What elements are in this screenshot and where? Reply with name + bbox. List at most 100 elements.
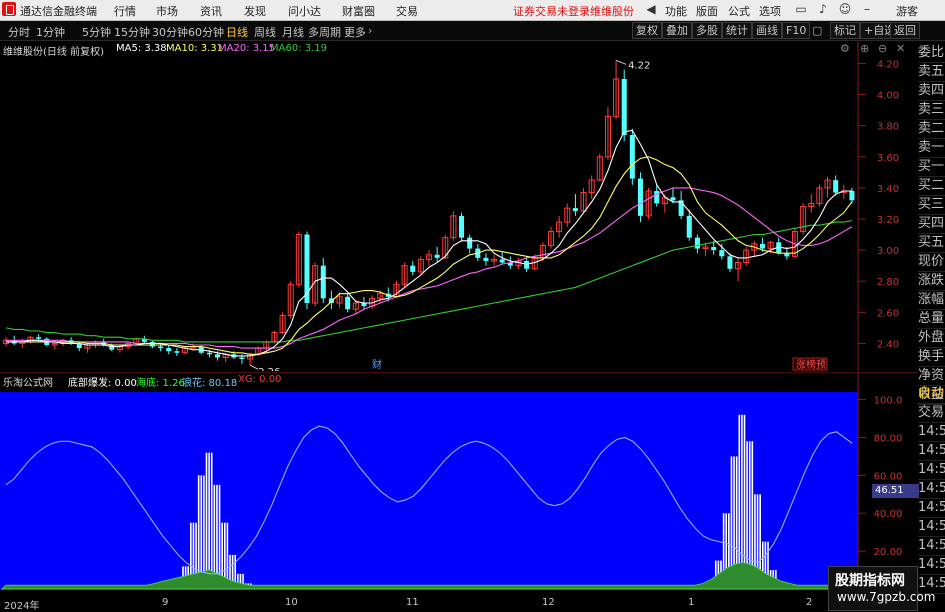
period-monthly[interactable]: 月线 (282, 24, 304, 40)
price-tick-label: 3.00 (877, 246, 899, 257)
watermark-logo: 股期指标网 www.7gpzb.com (828, 566, 935, 611)
candle-body (215, 354, 221, 358)
side-label[interactable]: 买二 (918, 176, 945, 196)
checkbox-icon[interactable]: ▢ (812, 24, 822, 37)
side-label[interactable]: 外盘 (918, 328, 945, 348)
settings-gear-icon[interactable]: ⚙ (840, 42, 850, 55)
period-more[interactable]: 更多 (344, 24, 366, 40)
menu-faxian[interactable]: 发现 (244, 3, 266, 19)
prev-arrow-icon[interactable]: ◀ (644, 2, 658, 16)
side-label[interactable]: 卖四 (918, 81, 945, 101)
side-label[interactable]: 涨跌 (918, 271, 945, 291)
btn-diejia[interactable]: 叠加 (662, 22, 692, 39)
side-label[interactable]: 涨幅 (918, 290, 945, 310)
sub-legend: 乐淘公式网 底部爆发: 0.00 海底: 1.26 浪花: 80.18 XG: … (0, 372, 858, 389)
dibu-bar (208, 452, 210, 589)
window-icon[interactable]: ▭ (794, 2, 808, 16)
side-label[interactable]: 卖三 (918, 100, 945, 120)
tool-xuanxiang[interactable]: 选项 (759, 3, 781, 19)
menu-hangqing[interactable]: 行情 (114, 3, 136, 19)
price-tick-label: 4.20 (877, 59, 899, 70)
candle-body (166, 348, 172, 352)
side-label-lower[interactable]: 14:56 (918, 460, 945, 480)
candle-body (467, 237, 473, 249)
sub-tick-label: 20.00 (874, 547, 903, 558)
candle-body (434, 254, 440, 258)
period-30min[interactable]: 30分钟 (152, 24, 188, 40)
menu-wenxiaoda[interactable]: 问小达 (288, 3, 321, 19)
side-label-lower[interactable]: 14:56 (918, 498, 945, 518)
period-60min[interactable]: 60分钟 (188, 24, 224, 40)
btn-fuquan[interactable]: 复权 (632, 22, 662, 39)
candle-body (727, 256, 733, 269)
side-label-lower[interactable]: 14:56 (918, 479, 945, 499)
user-icon[interactable]: ☺ (838, 2, 852, 16)
side-label-lower[interactable]: 自动 (918, 384, 945, 404)
side-label[interactable]: 买一 (918, 157, 945, 177)
kline-chart[interactable]: 4.20 4.00 3.80 3.60 3.40 3.20 3.00 2.80 2.60 2.40… (0, 41, 945, 371)
period-fenshi[interactable]: 分时 (8, 24, 30, 40)
menu-caifuquan[interactable]: 财富圈 (342, 3, 375, 19)
menu-shichang[interactable]: 市场 (156, 3, 178, 19)
candle (637, 172, 643, 223)
btn-f10[interactable]: F10 (782, 22, 811, 39)
period-weekly[interactable]: 周线 (254, 24, 276, 40)
time-tick: 2024年 (4, 601, 40, 612)
tool-gongshi[interactable]: 公式 (728, 3, 750, 19)
period-1min[interactable]: 1分钟 (36, 24, 65, 40)
btn-fanhui[interactable]: 返回 (890, 22, 920, 39)
side-label[interactable]: 卖五 (918, 62, 945, 82)
side-label-lower[interactable]: 14:56 (918, 441, 945, 461)
side-label[interactable]: 买四 (918, 214, 945, 234)
period-5min[interactable]: 5分钟 (82, 24, 111, 40)
period-daily[interactable]: 日线 (226, 24, 248, 40)
chart-mini-icons: ⚙ ⊕ ⊖ ✕ (840, 41, 920, 57)
minimize-icon[interactable]: – (860, 2, 874, 16)
btn-huaxian[interactable]: 画线 (752, 22, 782, 39)
candle-body (621, 79, 627, 135)
bell-icon[interactable]: ♪ (816, 2, 830, 16)
side-label[interactable]: 买五 (918, 233, 945, 253)
side-label[interactable]: 委比 (918, 43, 945, 63)
side-label[interactable]: 买三 (918, 195, 945, 215)
close-icon[interactable]: ✕ (896, 42, 905, 55)
candle-body (833, 180, 839, 193)
side-label-lower[interactable]: 14:56 (918, 517, 945, 537)
more-chevron-icon[interactable]: › (368, 24, 372, 37)
btn-duogu[interactable]: 多股 (692, 22, 722, 39)
btn-biaoji[interactable]: 标记 (830, 22, 860, 39)
side-label-lower[interactable]: 14:56 (918, 536, 945, 556)
indicator-chart[interactable]: 100.0 80.00 60.00 40.00 20.00 (0, 372, 918, 597)
guest-label[interactable]: 游客 (896, 3, 918, 19)
tool-gongneng[interactable]: 功能 (665, 3, 687, 19)
side-label-lower[interactable]: 14:56 (918, 555, 945, 575)
quote-side-panel: 委比 卖五 卖四 卖三 卖二 卖一 买一 买二 买三 买四 买五 现价 涨跌 涨幅 总量 外盘 换手 净资 收益 自动… (918, 41, 945, 609)
candle-body (320, 265, 326, 299)
menu-jiaoyi[interactable]: 交易 (396, 3, 418, 19)
candle-body (711, 247, 717, 251)
candle-body (694, 237, 700, 249)
login-notice[interactable]: 证券交易未登录 (513, 3, 590, 19)
period-multi[interactable]: 多周期 (308, 24, 341, 40)
zoom-in-icon[interactable]: ⊕ (860, 42, 869, 55)
langhua-label: 浪花: 80.18 (182, 378, 238, 389)
zoom-out-icon[interactable]: ⊖ (878, 42, 887, 55)
side-label[interactable]: 卖二 (918, 119, 945, 139)
side-label-lower[interactable]: 交易 (918, 403, 945, 423)
stock-name-link[interactable]: 维维股份 (590, 3, 634, 19)
time-axis: 2024年 9 10 11 12 1 2 (0, 597, 858, 612)
period-15min[interactable]: 15分钟 (114, 24, 150, 40)
side-label[interactable]: 净资 (918, 366, 945, 386)
side-label[interactable]: 卖一 (918, 138, 945, 158)
btn-tongji[interactable]: 统计 (722, 22, 752, 39)
side-label[interactable]: 换手 (918, 347, 945, 367)
candle-body (158, 346, 164, 349)
candle (621, 69, 627, 142)
high-label: 4.22 (628, 60, 650, 71)
tool-banmian[interactable]: 版面 (696, 3, 718, 19)
side-label-lower[interactable]: 14:56 (918, 422, 945, 442)
time-tick: 10 (285, 597, 298, 608)
side-label[interactable]: 现价 (918, 252, 945, 272)
menu-zixun[interactable]: 资讯 (200, 3, 222, 19)
side-label[interactable]: 总量 (918, 309, 945, 329)
